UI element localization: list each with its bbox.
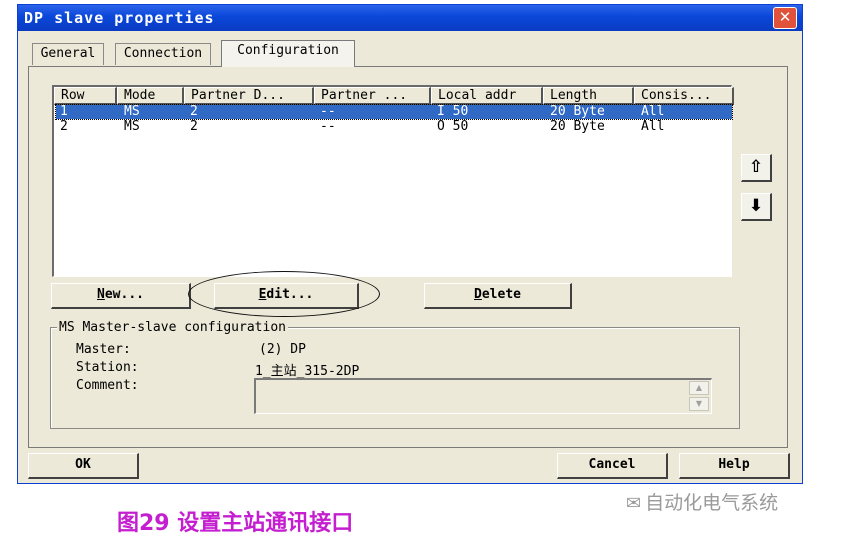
column-header-consistency[interactable]: Consis...: [634, 87, 734, 105]
cell-partner-dp: 2: [190, 104, 198, 119]
tab-general[interactable]: General: [32, 43, 104, 65]
cancel-button[interactable]: Cancel: [557, 453, 668, 479]
watermark: ✉ 自动化电气系统: [626, 488, 778, 515]
ok-button[interactable]: OK: [28, 453, 139, 479]
new-button[interactable]: New...: [51, 283, 191, 309]
scroll-down-icon[interactable]: ▼: [689, 397, 709, 411]
delete-button[interactable]: Delete: [424, 283, 572, 309]
tab-configuration-label: Configuration: [237, 43, 339, 58]
station-value: 1_主站_315-2DP: [255, 364, 360, 379]
cell-consistency: All: [641, 119, 665, 134]
delete-button-mnemonic: D: [474, 287, 482, 302]
cell-local-addr: I 50: [437, 104, 469, 119]
column-header-local-addr[interactable]: Local addr: [431, 87, 543, 105]
new-button-mnemonic: N: [97, 287, 105, 302]
master-label: Master:: [76, 342, 131, 357]
column-header-partner[interactable]: Partner ...: [314, 87, 431, 105]
wechat-icon: ✉: [626, 493, 642, 514]
ms-config-legend: MS Master-slave configuration: [57, 320, 288, 335]
close-button[interactable]: ✕: [773, 7, 797, 29]
master-value: (2) DP: [259, 342, 306, 357]
table-row[interactable]: 1 MS 2 -- I 50 20 Byte All: [55, 104, 733, 120]
comment-field[interactable]: ▲ ▼: [254, 378, 712, 414]
column-header-length[interactable]: Length: [543, 87, 634, 105]
column-header-mode[interactable]: Mode: [117, 87, 184, 105]
window-title: DP slave properties: [24, 9, 215, 27]
tab-configuration[interactable]: Configuration: [221, 40, 355, 67]
column-header-partner-dp[interactable]: Partner D...: [184, 87, 314, 105]
delete-button-label: elete: [481, 287, 521, 302]
cell-length: 20 Byte: [550, 119, 605, 134]
figure-caption: 图29 设置主站通讯接口: [117, 511, 354, 536]
new-button-label: ew...: [104, 287, 144, 302]
tab-connection-label: Connection: [123, 46, 203, 61]
tab-connection[interactable]: Connection: [115, 43, 211, 65]
move-down-button[interactable]: ⬇: [741, 193, 772, 221]
cell-consistency: All: [641, 104, 665, 119]
table-row[interactable]: 2 MS 2 -- O 50 20 Byte All: [56, 120, 732, 134]
tab-general-label: General: [40, 46, 96, 61]
dp-slave-properties-dialog: DP slave properties ✕ General Connection…: [17, 4, 803, 484]
cell-partner: --: [320, 104, 336, 119]
help-button[interactable]: Help: [679, 453, 790, 479]
cell-mode: MS: [124, 104, 140, 119]
cell-row: 2: [60, 119, 68, 134]
move-up-button[interactable]: ⇧: [741, 154, 772, 182]
cell-partner: --: [320, 119, 336, 134]
watermark-text: 自动化电气系统: [645, 492, 779, 514]
cell-partner-dp: 2: [190, 119, 198, 134]
close-icon: ✕: [778, 8, 792, 26]
move-down-icon: ⬇: [748, 196, 764, 216]
station-label: Station:: [76, 360, 139, 375]
move-up-icon: ⇧: [748, 157, 764, 177]
cell-row: 1: [60, 104, 68, 119]
column-header-row[interactable]: Row: [54, 87, 117, 105]
highlight-ellipse: [188, 271, 380, 317]
comment-label: Comment:: [76, 378, 139, 393]
cell-local-addr: O 50: [437, 119, 469, 134]
title-bar[interactable]: DP slave properties ✕: [18, 5, 802, 31]
cell-mode: MS: [124, 119, 140, 134]
ms-table[interactable]: Row Mode Partner D... Partner ... Local …: [52, 85, 734, 277]
scroll-up-icon[interactable]: ▲: [689, 381, 709, 395]
cell-length: 20 Byte: [550, 104, 605, 119]
